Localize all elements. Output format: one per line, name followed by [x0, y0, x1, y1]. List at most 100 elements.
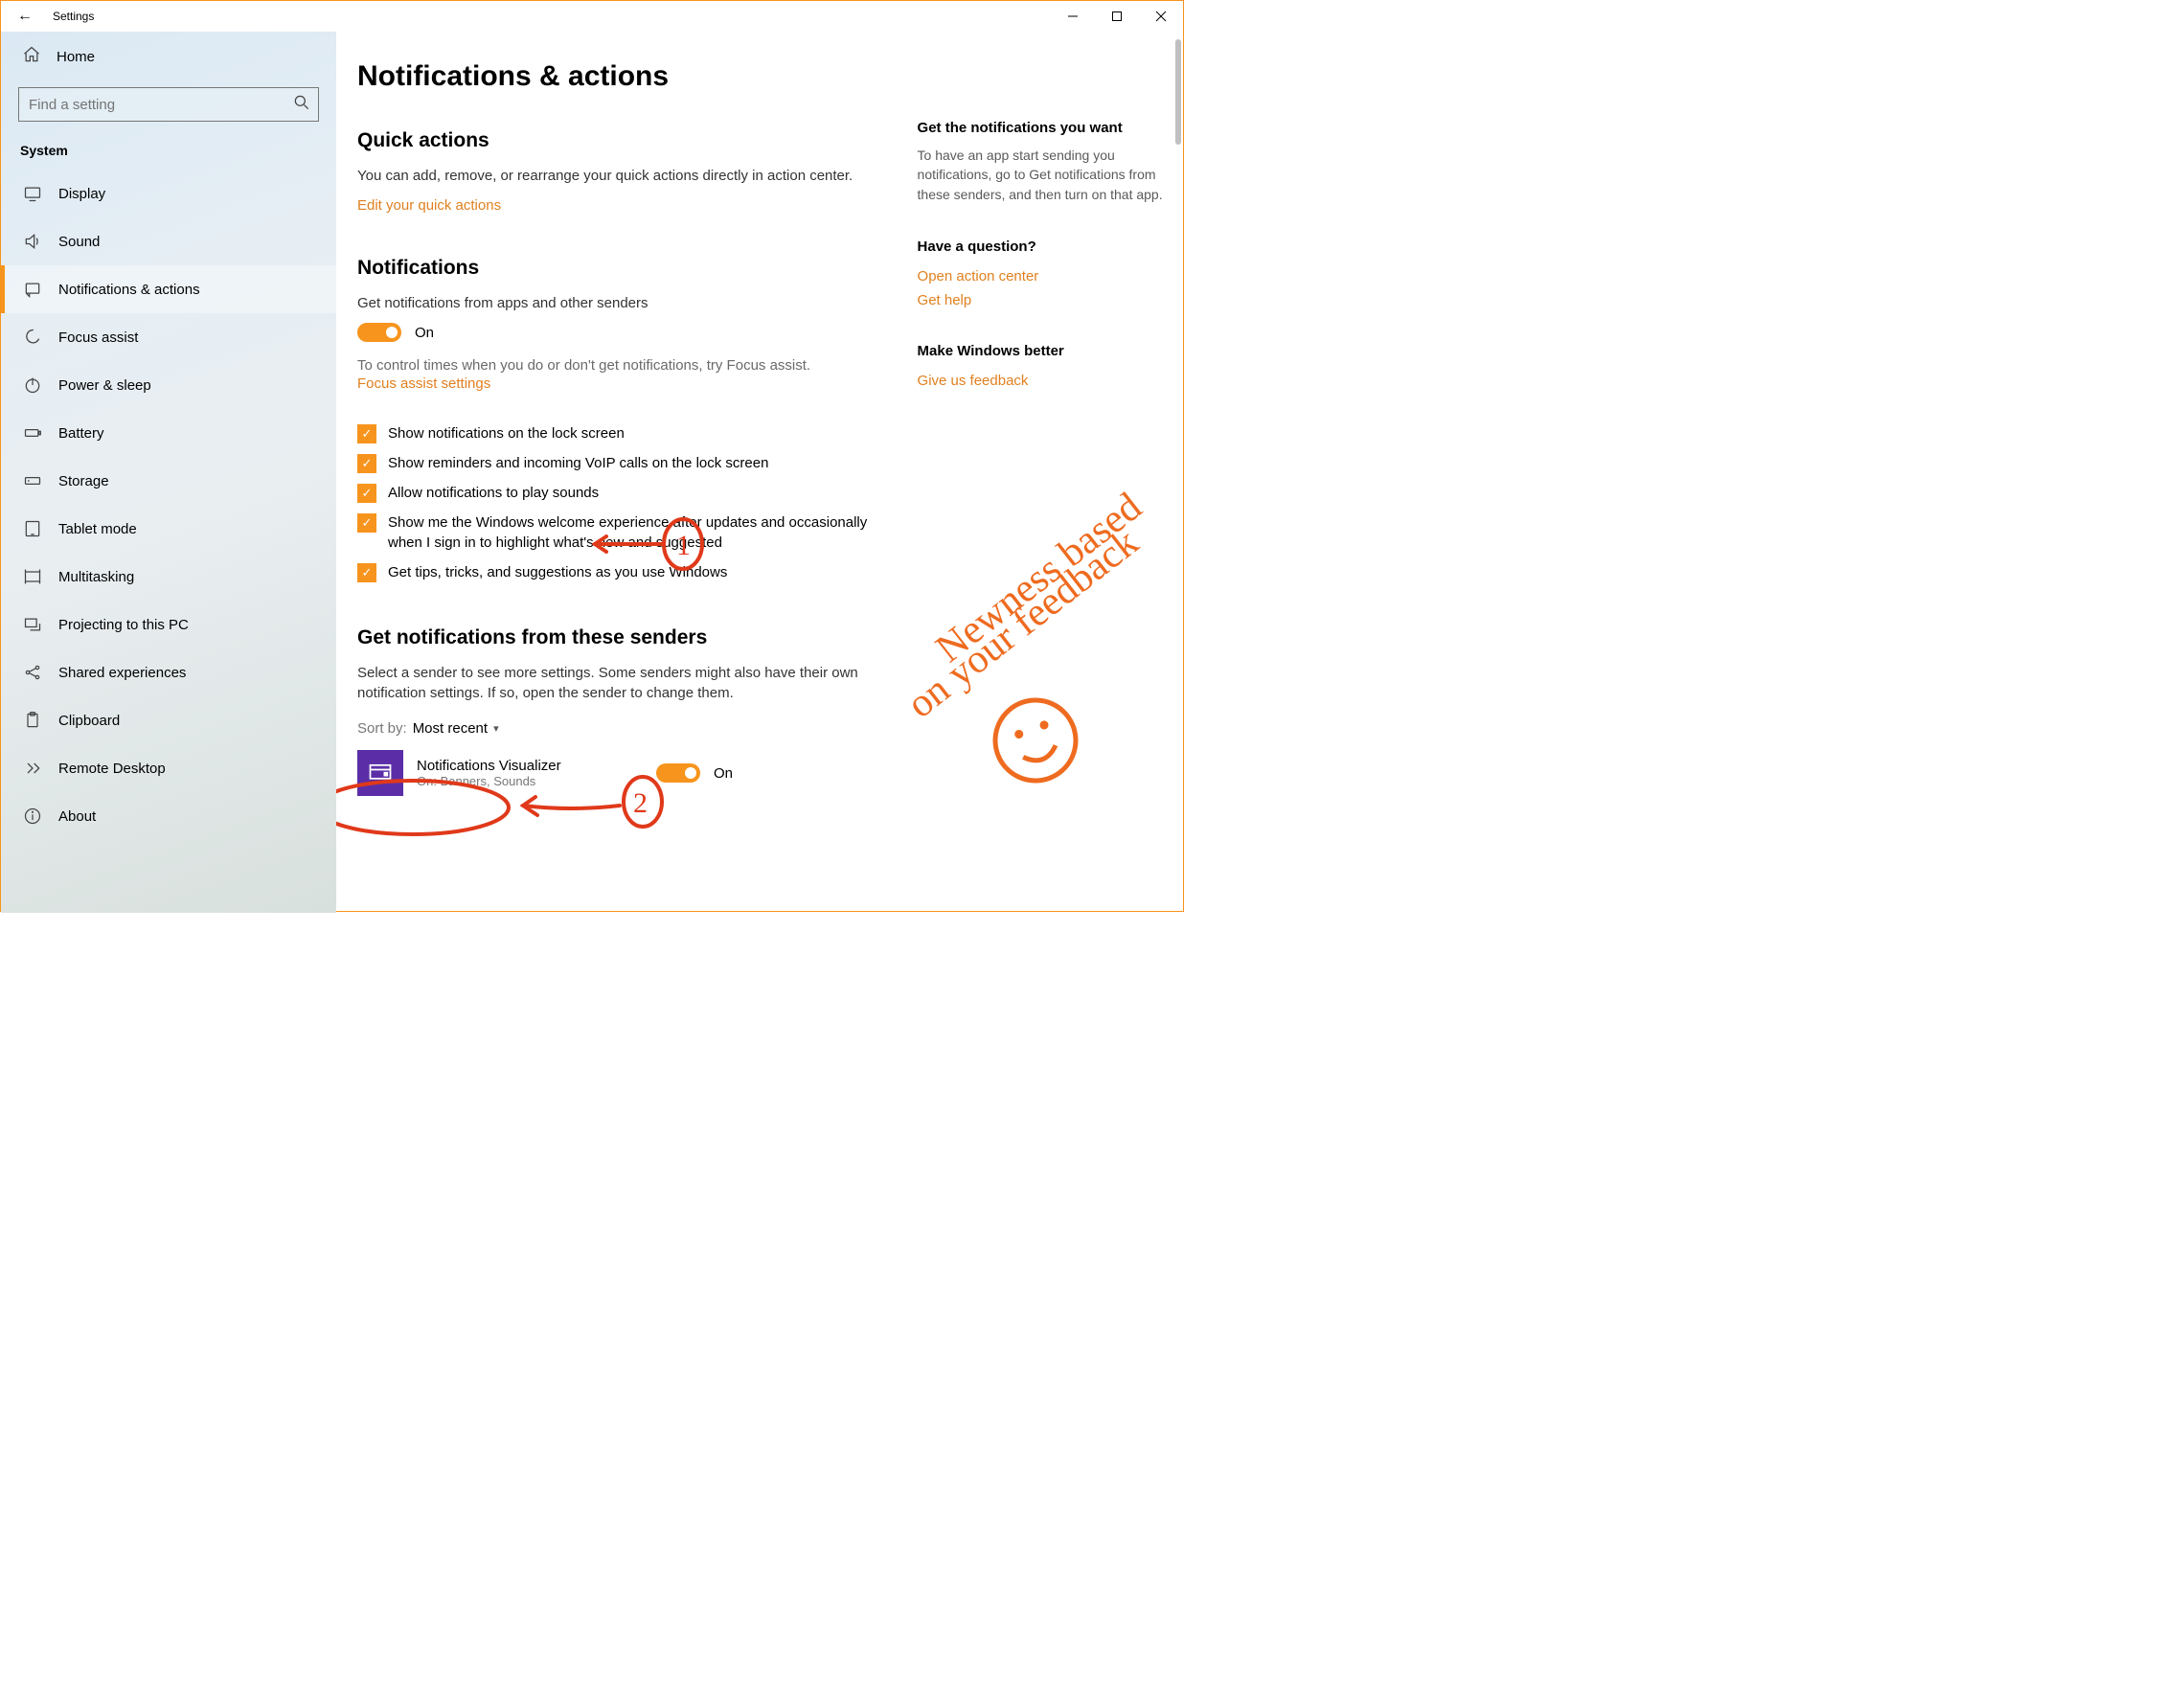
close-button[interactable] — [1139, 1, 1183, 32]
notifications-toggle[interactable] — [357, 323, 401, 342]
check-reminders[interactable]: ✓ Show reminders and incoming VoIP calls … — [357, 453, 889, 473]
shared-icon — [22, 663, 43, 682]
sidebar-item-display[interactable]: Display — [1, 170, 336, 217]
sidebar-home[interactable]: Home — [1, 32, 336, 81]
scrollbar[interactable] — [1175, 39, 1181, 145]
edit-quick-actions-link[interactable]: Edit your quick actions — [357, 197, 501, 214]
check-tips[interactable]: ✓Get tips, tricks, and suggestions as yo… — [357, 562, 889, 582]
chevron-down-icon: ▾ — [493, 722, 499, 735]
checkbox-icon: ✓ — [357, 513, 376, 533]
nav-label: Tablet mode — [58, 521, 137, 537]
sender-status: On: Banners, Sounds — [417, 774, 656, 788]
check-label: Allow notifications to play sounds — [388, 483, 599, 503]
aside-better-title: Make Windows better — [918, 343, 1164, 359]
check-label: Show reminders and incoming VoIP calls o… — [388, 453, 768, 473]
display-icon — [22, 184, 43, 203]
sidebar-item-clipboard[interactable]: Clipboard — [1, 696, 336, 744]
power-icon — [22, 375, 43, 395]
sort-value: Most recent — [413, 720, 488, 737]
sound-icon — [22, 232, 43, 251]
sidebar-item-focus-assist[interactable]: Focus assist — [1, 313, 336, 361]
sidebar-item-tablet-mode[interactable]: Tablet mode — [1, 505, 336, 553]
main-panel: Notifications & actions Quick actions Yo… — [336, 32, 1183, 913]
nav-label: Remote Desktop — [58, 761, 166, 777]
sidebar-item-storage[interactable]: Storage — [1, 457, 336, 505]
sidebar-item-about[interactable]: About — [1, 792, 336, 840]
nav-label: Multitasking — [58, 569, 134, 585]
remote-icon — [22, 759, 43, 778]
search-input[interactable] — [19, 97, 285, 113]
checkbox-icon: ✓ — [357, 563, 376, 582]
search-icon — [285, 93, 318, 117]
checkbox-icon: ✓ — [357, 424, 376, 443]
notifications-toggle-state: On — [415, 325, 434, 341]
about-icon — [22, 807, 43, 826]
senders-body: Select a sender to see more settings. So… — [357, 663, 889, 703]
check-lock-screen[interactable]: ✓Show notifications on the lock screen — [357, 423, 889, 443]
nav-label: Focus assist — [58, 330, 138, 346]
nav-label: Shared experiences — [58, 665, 186, 681]
quick-actions-body: You can add, remove, or rearrange your q… — [357, 166, 889, 186]
check-play-sounds[interactable]: ✓ Allow notifications to play sounds — [357, 483, 889, 503]
nav-label: Battery — [58, 425, 104, 442]
sender-app-icon — [357, 750, 403, 796]
sidebar-item-multitasking[interactable]: Multitasking — [1, 553, 336, 601]
nav-label: About — [58, 808, 96, 825]
sidebar-item-battery[interactable]: Battery — [1, 409, 336, 457]
projecting-icon — [22, 615, 43, 634]
notifications-hint: To control times when you do or don't ge… — [357, 355, 889, 375]
aside-wanted-title: Get the notifications you want — [918, 120, 1164, 136]
notifications-toggle-label: Get notifications from apps and other se… — [357, 293, 889, 313]
nav-label: Power & sleep — [58, 377, 151, 394]
multitasking-icon — [22, 567, 43, 586]
sort-dropdown[interactable]: Sort by: Most recent ▾ — [357, 720, 889, 737]
page-title: Notifications & actions — [357, 60, 1164, 93]
tablet-icon — [22, 519, 43, 538]
home-icon — [22, 45, 43, 68]
check-welcome-experience[interactable]: ✓ Show me the Windows welcome experience … — [357, 512, 889, 553]
sender-row[interactable]: Notifications Visualizer On: Banners, So… — [357, 744, 889, 802]
battery-icon — [22, 423, 43, 443]
aside-question-title: Have a question? — [918, 239, 1164, 255]
nav-label: Projecting to this PC — [58, 617, 189, 633]
search-box[interactable] — [18, 87, 319, 122]
focus-icon — [22, 328, 43, 347]
checkbox-icon: ✓ — [357, 484, 376, 503]
sender-toggle[interactable] — [656, 763, 700, 783]
sidebar: Home System Display Sound — [1, 32, 336, 913]
sidebar-item-power-sleep[interactable]: Power & sleep — [1, 361, 336, 409]
window-controls — [1051, 1, 1183, 32]
sort-label: Sort by: — [357, 720, 407, 737]
senders-heading: Get notifications from these senders — [357, 626, 889, 649]
sidebar-item-shared-experiences[interactable]: Shared experiences — [1, 648, 336, 696]
clipboard-icon — [22, 711, 43, 730]
sidebar-item-remote-desktop[interactable]: Remote Desktop — [1, 744, 336, 792]
sidebar-home-label: Home — [57, 49, 95, 65]
minimize-button[interactable] — [1051, 1, 1095, 32]
get-help-link[interactable]: Get help — [918, 292, 972, 308]
sender-name: Notifications Visualizer — [417, 758, 656, 774]
sidebar-item-sound[interactable]: Sound — [1, 217, 336, 265]
give-feedback-link[interactable]: Give us feedback — [918, 373, 1029, 389]
storage-icon — [22, 471, 43, 490]
aside-wanted-body: To have an app start sending you notific… — [918, 146, 1164, 204]
titlebar: ← Settings — [1, 1, 1183, 32]
nav-label: Clipboard — [58, 713, 120, 729]
check-label: Show me the Windows welcome experience a… — [388, 512, 889, 553]
quick-actions-heading: Quick actions — [357, 129, 889, 152]
nav-label: Storage — [58, 473, 109, 489]
sender-toggle-state: On — [714, 765, 733, 782]
checkbox-icon: ✓ — [357, 454, 376, 473]
back-button[interactable]: ← — [1, 8, 49, 25]
nav-label: Notifications & actions — [58, 282, 200, 298]
nav-label: Sound — [58, 234, 100, 250]
open-action-center-link[interactable]: Open action center — [918, 268, 1039, 284]
notifications-heading: Notifications — [357, 257, 889, 280]
focus-assist-link[interactable]: Focus assist settings — [357, 375, 490, 392]
sidebar-item-projecting[interactable]: Projecting to this PC — [1, 601, 336, 648]
nav-label: Display — [58, 186, 105, 202]
sidebar-item-notifications[interactable]: Notifications & actions — [1, 265, 336, 313]
app-title: Settings — [49, 10, 94, 23]
notifications-icon — [22, 280, 43, 299]
maximize-button[interactable] — [1095, 1, 1139, 32]
